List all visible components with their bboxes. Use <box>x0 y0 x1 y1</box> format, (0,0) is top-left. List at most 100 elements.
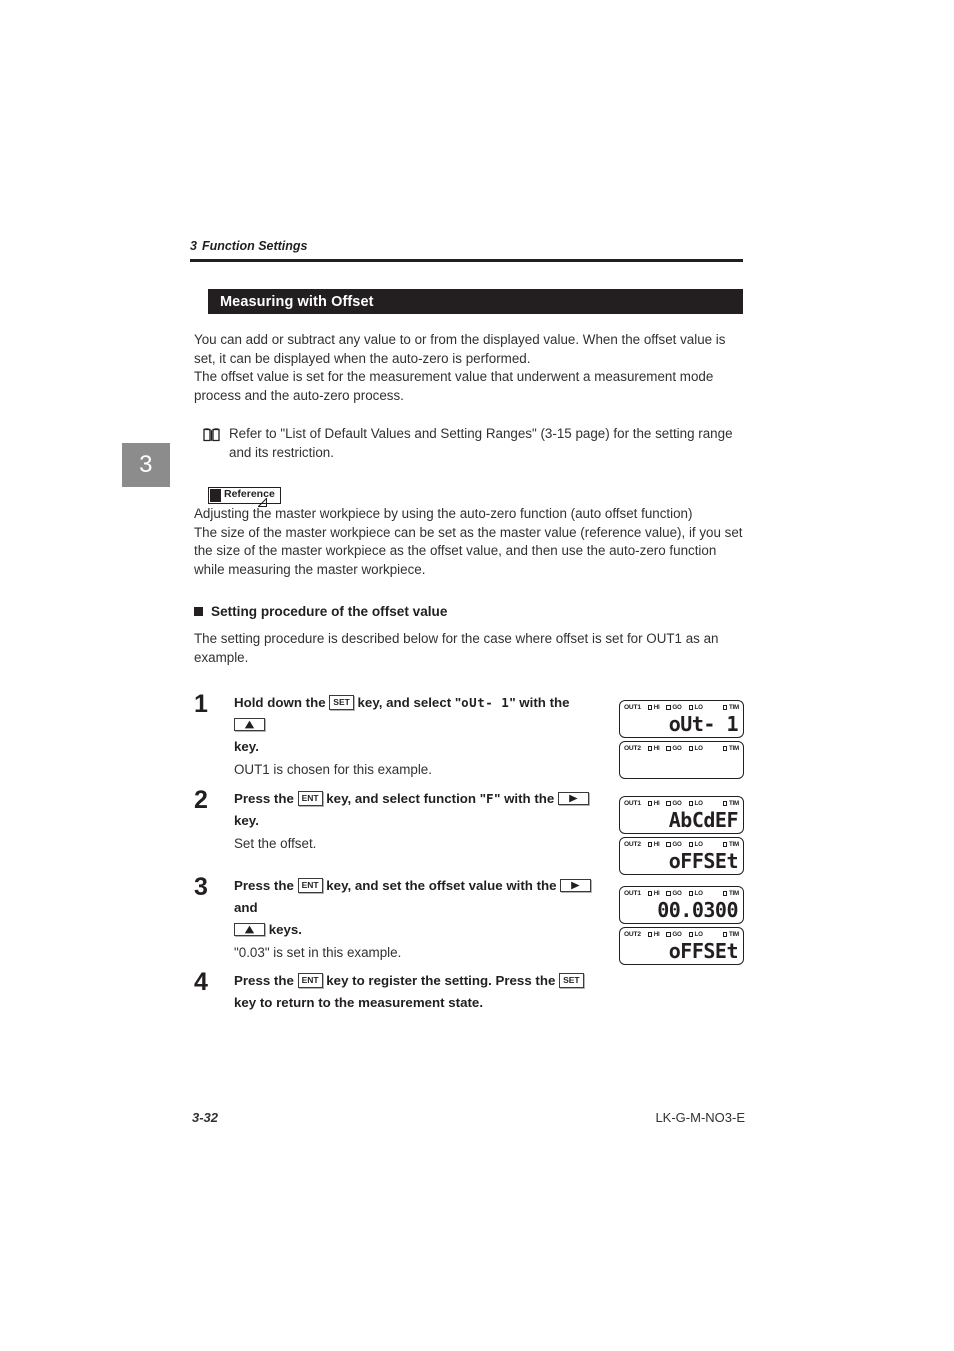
indicator-go-label: GO <box>672 704 682 711</box>
lcd-out1-label: OUT1 <box>624 890 641 897</box>
lcd-out1-label: OUT1 <box>624 800 641 807</box>
indicator-go-box <box>666 842 671 847</box>
indicator-hi-box <box>647 801 653 806</box>
lcd-panel-2-out2-value: oFFSEt <box>668 849 739 873</box>
indicator-tim-label: TIM <box>728 745 739 752</box>
indicator-lo-label: LO <box>694 890 703 897</box>
indicator-lo-box <box>688 705 693 710</box>
key-ent[interactable]: ENT <box>297 877 323 893</box>
indicator-go-box <box>666 705 671 710</box>
key-ent[interactable]: ENT <box>297 790 323 806</box>
intro-paragraph-2: The offset value is set for the measurem… <box>194 369 714 403</box>
step-2-text-a: Press the <box>234 791 294 806</box>
indicator-tim-label: TIM <box>728 890 739 897</box>
indicator-lo: LO <box>688 931 703 938</box>
indicator-hi-box <box>647 932 653 937</box>
lcd-panel-2-out2-indicators: OUT2 HI GO LO TIM <box>620 838 743 849</box>
key-up-arrow[interactable] <box>234 717 265 731</box>
lcd-panel-3-out2-indicators: OUT2 HI GO LO TIM <box>620 928 743 939</box>
section-title: Measuring with Offset <box>220 293 374 310</box>
indicator-lo-label: LO <box>694 931 703 938</box>
indicator-lo-box <box>688 801 693 806</box>
running-head-title: Function Settings <box>201 239 308 253</box>
reference-note: Refer to "List of Default Values and Set… <box>203 425 748 462</box>
indicator-tim-box <box>723 746 728 751</box>
indicator-go-box <box>666 932 671 937</box>
reference-note-text: Refer to "List of Default Values and Set… <box>229 426 733 460</box>
key-up-arrow[interactable] <box>234 922 265 936</box>
indicator-tim-box <box>723 705 728 710</box>
procedure-heading-text: Setting procedure of the offset value <box>211 604 448 619</box>
key-ent[interactable]: ENT <box>297 972 323 988</box>
running-head-number: 3 <box>190 239 197 253</box>
reference-line-1: Adjusting the master workpiece by using … <box>194 506 693 521</box>
indicator-lo-label: LO <box>694 745 703 752</box>
indicator-hi-box <box>647 705 653 710</box>
step-3-number: 3 <box>194 873 208 901</box>
indicator-lo-label: LO <box>694 800 703 807</box>
intro-paragraph-1: You can add or subtract any value to or … <box>194 332 726 366</box>
indicator-lo-box <box>688 891 693 896</box>
reference-tag: Reference <box>208 487 281 504</box>
key-right-arrow[interactable] <box>558 791 590 805</box>
indicator-go: GO <box>666 704 682 711</box>
step-4-text-c: key to return to the measurement state. <box>234 995 484 1010</box>
lcd-panel-2-out2-row: OUT2 HI GO LO TIM oFFSEt <box>619 837 744 875</box>
step-1: 1 Hold down the SET key, and select "oUt… <box>194 692 594 780</box>
indicator-tim: TIM <box>723 704 739 711</box>
lcd-panel-1: OUT1 HI GO LO TIM oUt- 1 OUT2 HI GO LO T… <box>619 700 744 779</box>
indicator-lo-box <box>688 842 693 847</box>
step-4-text-a: Press the <box>234 973 294 988</box>
lcd-panel-1-out1-value: oUt- 1 <box>668 712 739 736</box>
square-bullet-icon <box>194 607 203 616</box>
key-set[interactable]: SET <box>329 694 354 710</box>
step-3-text-b: key, and set the offset value with the <box>326 878 557 893</box>
indicator-go-box <box>666 801 671 806</box>
indicator-tim-box <box>723 842 728 847</box>
reference-tag-marker <box>210 489 221 502</box>
indicator-lo-box <box>688 746 693 751</box>
lcd-out2-label: OUT2 <box>624 745 641 752</box>
indicator-lo: LO <box>688 704 703 711</box>
indicator-hi: HI <box>647 931 660 938</box>
reference-tag-fold-icon <box>257 494 268 508</box>
indicator-hi-box <box>647 842 653 847</box>
step-1-sub: OUT1 is chosen for this example. <box>234 762 432 777</box>
header-rule <box>190 259 743 262</box>
lcd-panel-3-out1-indicators: OUT1 HI GO LO TIM <box>620 887 743 898</box>
step-3-sub: "0.03" is set in this example. <box>234 945 402 960</box>
indicator-lo-box <box>688 932 693 937</box>
indicator-hi: HI <box>647 841 660 848</box>
lcd-panel-3-out2-row: OUT2 HI GO LO TIM oFFSEt <box>619 927 744 965</box>
section-title-band: Measuring with Offset <box>208 289 743 314</box>
lcd-panel-1-out2-indicators: OUT2 HI GO LO TIM <box>620 742 743 753</box>
indicator-hi-label: HI <box>653 890 660 897</box>
indicator-go-label: GO <box>672 841 682 848</box>
indicator-hi: HI <box>647 800 660 807</box>
indicator-tim: TIM <box>723 745 739 752</box>
intro-paragraph-2-wrap: The offset value is set for the measurem… <box>194 368 744 405</box>
step-1-text-b: key, and select " <box>357 695 462 710</box>
reference-tag-label: Reference <box>224 488 275 500</box>
indicator-tim-box <box>723 801 728 806</box>
indicator-tim: TIM <box>723 890 739 897</box>
indicator-go-label: GO <box>672 745 682 752</box>
indicator-go-label: GO <box>672 890 682 897</box>
book-icon <box>203 428 220 442</box>
lcd-out2-label: OUT2 <box>624 931 641 938</box>
step-4-text-b: key to register the setting. Press the <box>326 973 556 988</box>
indicator-hi-box <box>647 746 653 751</box>
indicator-go: GO <box>666 890 682 897</box>
indicator-tim-box <box>723 891 728 896</box>
lcd-panel-1-out2-row: OUT2 HI GO LO TIM <box>619 741 744 779</box>
indicator-lo: LO <box>688 800 703 807</box>
chapter-tab-number: 3 <box>139 451 153 478</box>
key-right-arrow[interactable] <box>560 878 592 892</box>
indicator-lo: LO <box>688 841 703 848</box>
step-3: 3 Press the ENT key, and set the offset … <box>194 875 594 963</box>
indicator-hi: HI <box>647 704 660 711</box>
step-2: 2 Press the ENT key, and select function… <box>194 788 594 854</box>
indicator-go: GO <box>666 841 682 848</box>
indicator-lo-label: LO <box>694 704 703 711</box>
key-set[interactable]: SET <box>559 972 584 988</box>
